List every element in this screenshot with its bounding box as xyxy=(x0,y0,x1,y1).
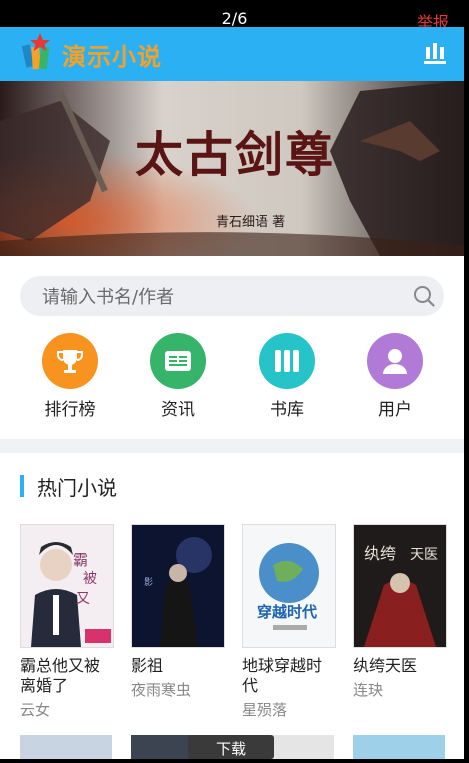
nav-library-label: 书库 xyxy=(270,400,304,420)
svg-text:被: 被 xyxy=(83,571,97,587)
app-header: 演示小说 xyxy=(0,27,464,81)
book-card[interactable]: 穿越时代 地球穿越时代 星殒落 xyxy=(242,524,336,720)
nav-user-label: 用户 xyxy=(378,400,412,420)
nav-user[interactable]: 用户 xyxy=(355,333,435,420)
nav-rankings[interactable]: 排行榜 xyxy=(30,333,110,420)
top-bar: 2/6 举报 xyxy=(0,0,469,32)
quick-nav: 排行榜 资讯 书库 用户 xyxy=(15,333,449,423)
section-accent-bar xyxy=(20,475,24,497)
svg-text:穿越时代: 穿越时代 xyxy=(257,603,317,621)
user-icon xyxy=(367,333,423,389)
svg-text:霸: 霸 xyxy=(73,551,88,569)
svg-text:纨绔: 纨绔 xyxy=(364,544,396,563)
svg-text:影: 影 xyxy=(144,577,153,588)
book-cover-partial[interactable] xyxy=(20,735,112,759)
book-card[interactable]: 霸 被 又 霸总他又被离婚了 云女 xyxy=(20,524,114,720)
book-author: 连玦 xyxy=(353,681,384,699)
book-cover-partial[interactable] xyxy=(353,735,445,759)
svg-text:天医: 天医 xyxy=(410,547,438,563)
search-bar xyxy=(20,276,444,318)
book-cover[interactable]: 影 xyxy=(131,524,225,648)
banner-subtitle: 青石细语 著 xyxy=(216,215,286,230)
app-screen: 演示小说 太古剑尊 青石细语 著 请输入书名/作者 排行榜 资讯 书库 用户 热… xyxy=(0,27,464,759)
nav-news[interactable]: 资讯 xyxy=(138,333,218,420)
svg-text:又: 又 xyxy=(76,591,90,607)
nav-library[interactable]: 书库 xyxy=(247,333,327,420)
search-icon[interactable] xyxy=(413,285,435,307)
book-author: 夜雨寒虫 xyxy=(131,681,192,699)
image-counter: 2/6 xyxy=(221,9,248,28)
book-cover[interactable]: 纨绔 天医 xyxy=(353,524,447,648)
nav-rankings-label: 排行榜 xyxy=(44,400,96,420)
book-cover[interactable]: 霸 被 又 xyxy=(20,524,114,648)
hot-novels-title: 热门小说 xyxy=(37,476,117,500)
search-input[interactable] xyxy=(40,276,404,318)
logo-icon xyxy=(21,33,50,70)
app-name: 演示小说 xyxy=(62,42,162,71)
section-divider xyxy=(0,439,464,453)
book-title[interactable]: 纨绔天医 xyxy=(353,656,447,676)
book-author: 云女 xyxy=(20,701,51,719)
book-author: 星殒落 xyxy=(242,701,288,719)
bookshelf-icon xyxy=(259,333,315,389)
download-button[interactable]: 下载 xyxy=(188,735,274,759)
banner-title-art: 太古剑尊 xyxy=(135,127,336,183)
book-title[interactable]: 影祖 xyxy=(131,656,225,676)
book-title[interactable]: 霸总他又被离婚了 xyxy=(20,656,114,696)
book-title[interactable]: 地球穿越时代 xyxy=(242,656,336,696)
bar-chart-icon[interactable] xyxy=(424,41,446,65)
trophy-icon xyxy=(42,333,98,389)
book-card[interactable]: 纨绔 天医 纨绔天医 连玦 xyxy=(353,524,447,700)
book-card[interactable]: 影 影祖 夜雨寒虫 xyxy=(131,524,225,700)
banner-carousel[interactable]: 太古剑尊 青石细语 著 xyxy=(0,81,464,256)
book-cover[interactable]: 穿越时代 xyxy=(242,524,336,648)
news-icon xyxy=(150,333,206,389)
nav-news-label: 资讯 xyxy=(161,400,195,420)
